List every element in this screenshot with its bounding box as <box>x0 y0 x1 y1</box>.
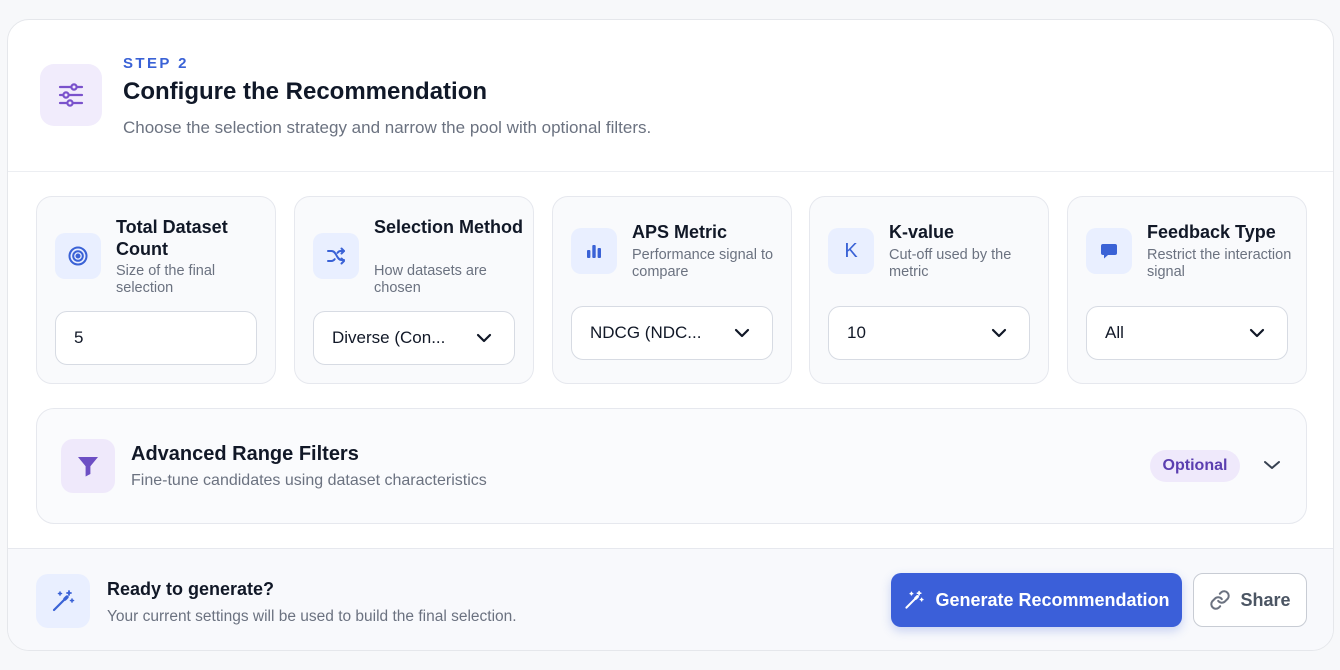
field-description: Restrict the interaction signal <box>1147 247 1292 280</box>
aps-metric-select[interactable]: NDCG (NDC... <box>571 306 773 360</box>
sliders-icon <box>40 64 102 126</box>
select-value: NDCG (NDC... <box>590 323 702 342</box>
selection-method-select[interactable]: Diverse (Con... <box>313 311 515 365</box>
k-value-select[interactable]: 10 <box>828 306 1030 360</box>
feedback-type-select[interactable]: All <box>1086 306 1288 360</box>
total-dataset-count-input[interactable]: 5 <box>55 311 257 365</box>
advanced-range-filters-toggle[interactable]: Advanced Range Filters Fine-tune candida… <box>36 408 1307 524</box>
select-value: All <box>1105 323 1124 342</box>
chevron-down-icon <box>1249 328 1265 338</box>
filter-funnel-icon <box>61 439 115 493</box>
optional-badge: Optional <box>1150 450 1240 482</box>
share-button-label: Share <box>1240 589 1291 610</box>
field-description: Size of the final selection <box>116 263 216 296</box>
select-value: 10 <box>847 323 866 342</box>
field-title: Feedback Type <box>1147 222 1276 242</box>
k-letter-icon: K <box>828 228 874 274</box>
field-title: Total Dataset Count <box>116 217 228 259</box>
section-header: STEP 2 Configure the Recommendation Choo… <box>8 20 1333 172</box>
field-k-value: K K-value Cut-off used by the metric 10 <box>809 196 1049 384</box>
input-value: 5 <box>74 328 84 347</box>
share-button[interactable]: Share <box>1193 573 1307 627</box>
field-description: How datasets are chosen <box>374 263 487 296</box>
generate-footer: Ready to generate? Your current settings… <box>8 548 1333 650</box>
field-description: Performance signal to compare <box>632 247 774 280</box>
chevron-down-icon <box>991 328 1007 338</box>
field-title: Selection Method <box>374 217 524 237</box>
field-title: APS Metric <box>632 222 728 242</box>
chevron-down-icon[interactable] <box>1263 459 1281 471</box>
advanced-filters-title: Advanced Range Filters <box>131 443 359 465</box>
field-title: K-value <box>889 222 955 242</box>
field-total-dataset-count: Total Dataset Count Size of the final se… <box>36 196 276 384</box>
magic-wand-icon <box>36 574 90 628</box>
field-selection-method: Selection Method How datasets are chosen… <box>294 196 534 384</box>
page-subtitle: Choose the selection strategy and narrow… <box>123 118 652 137</box>
bar-chart-icon <box>571 228 617 274</box>
page-title: Configure the Recommendation <box>123 78 488 105</box>
chevron-down-icon <box>734 328 750 338</box>
generate-recommendation-button[interactable]: Generate Recommendation <box>891 573 1182 627</box>
step-label: STEP 2 <box>123 55 189 72</box>
link-icon <box>1210 590 1231 610</box>
configure-card: STEP 2 Configure the Recommendation Choo… <box>7 19 1334 651</box>
field-description: Cut-off used by the metric <box>889 247 1012 280</box>
magic-wand-icon <box>905 590 925 609</box>
ready-title: Ready to generate? <box>107 579 275 599</box>
chat-bubble-icon <box>1086 228 1132 274</box>
advanced-filters-description: Fine-tune candidates using dataset chara… <box>131 472 487 489</box>
field-feedback-type: Feedback Type Restrict the interaction s… <box>1067 196 1307 384</box>
select-value: Diverse (Con... <box>332 328 446 347</box>
generate-button-label: Generate Recommendation <box>935 589 1170 610</box>
chevron-down-icon <box>476 333 492 343</box>
shuffle-icon <box>313 233 359 279</box>
field-aps-metric: APS Metric Performance signal to compare… <box>552 196 792 384</box>
ready-description: Your current settings will be used to bu… <box>107 608 517 625</box>
target-icon <box>55 233 101 279</box>
